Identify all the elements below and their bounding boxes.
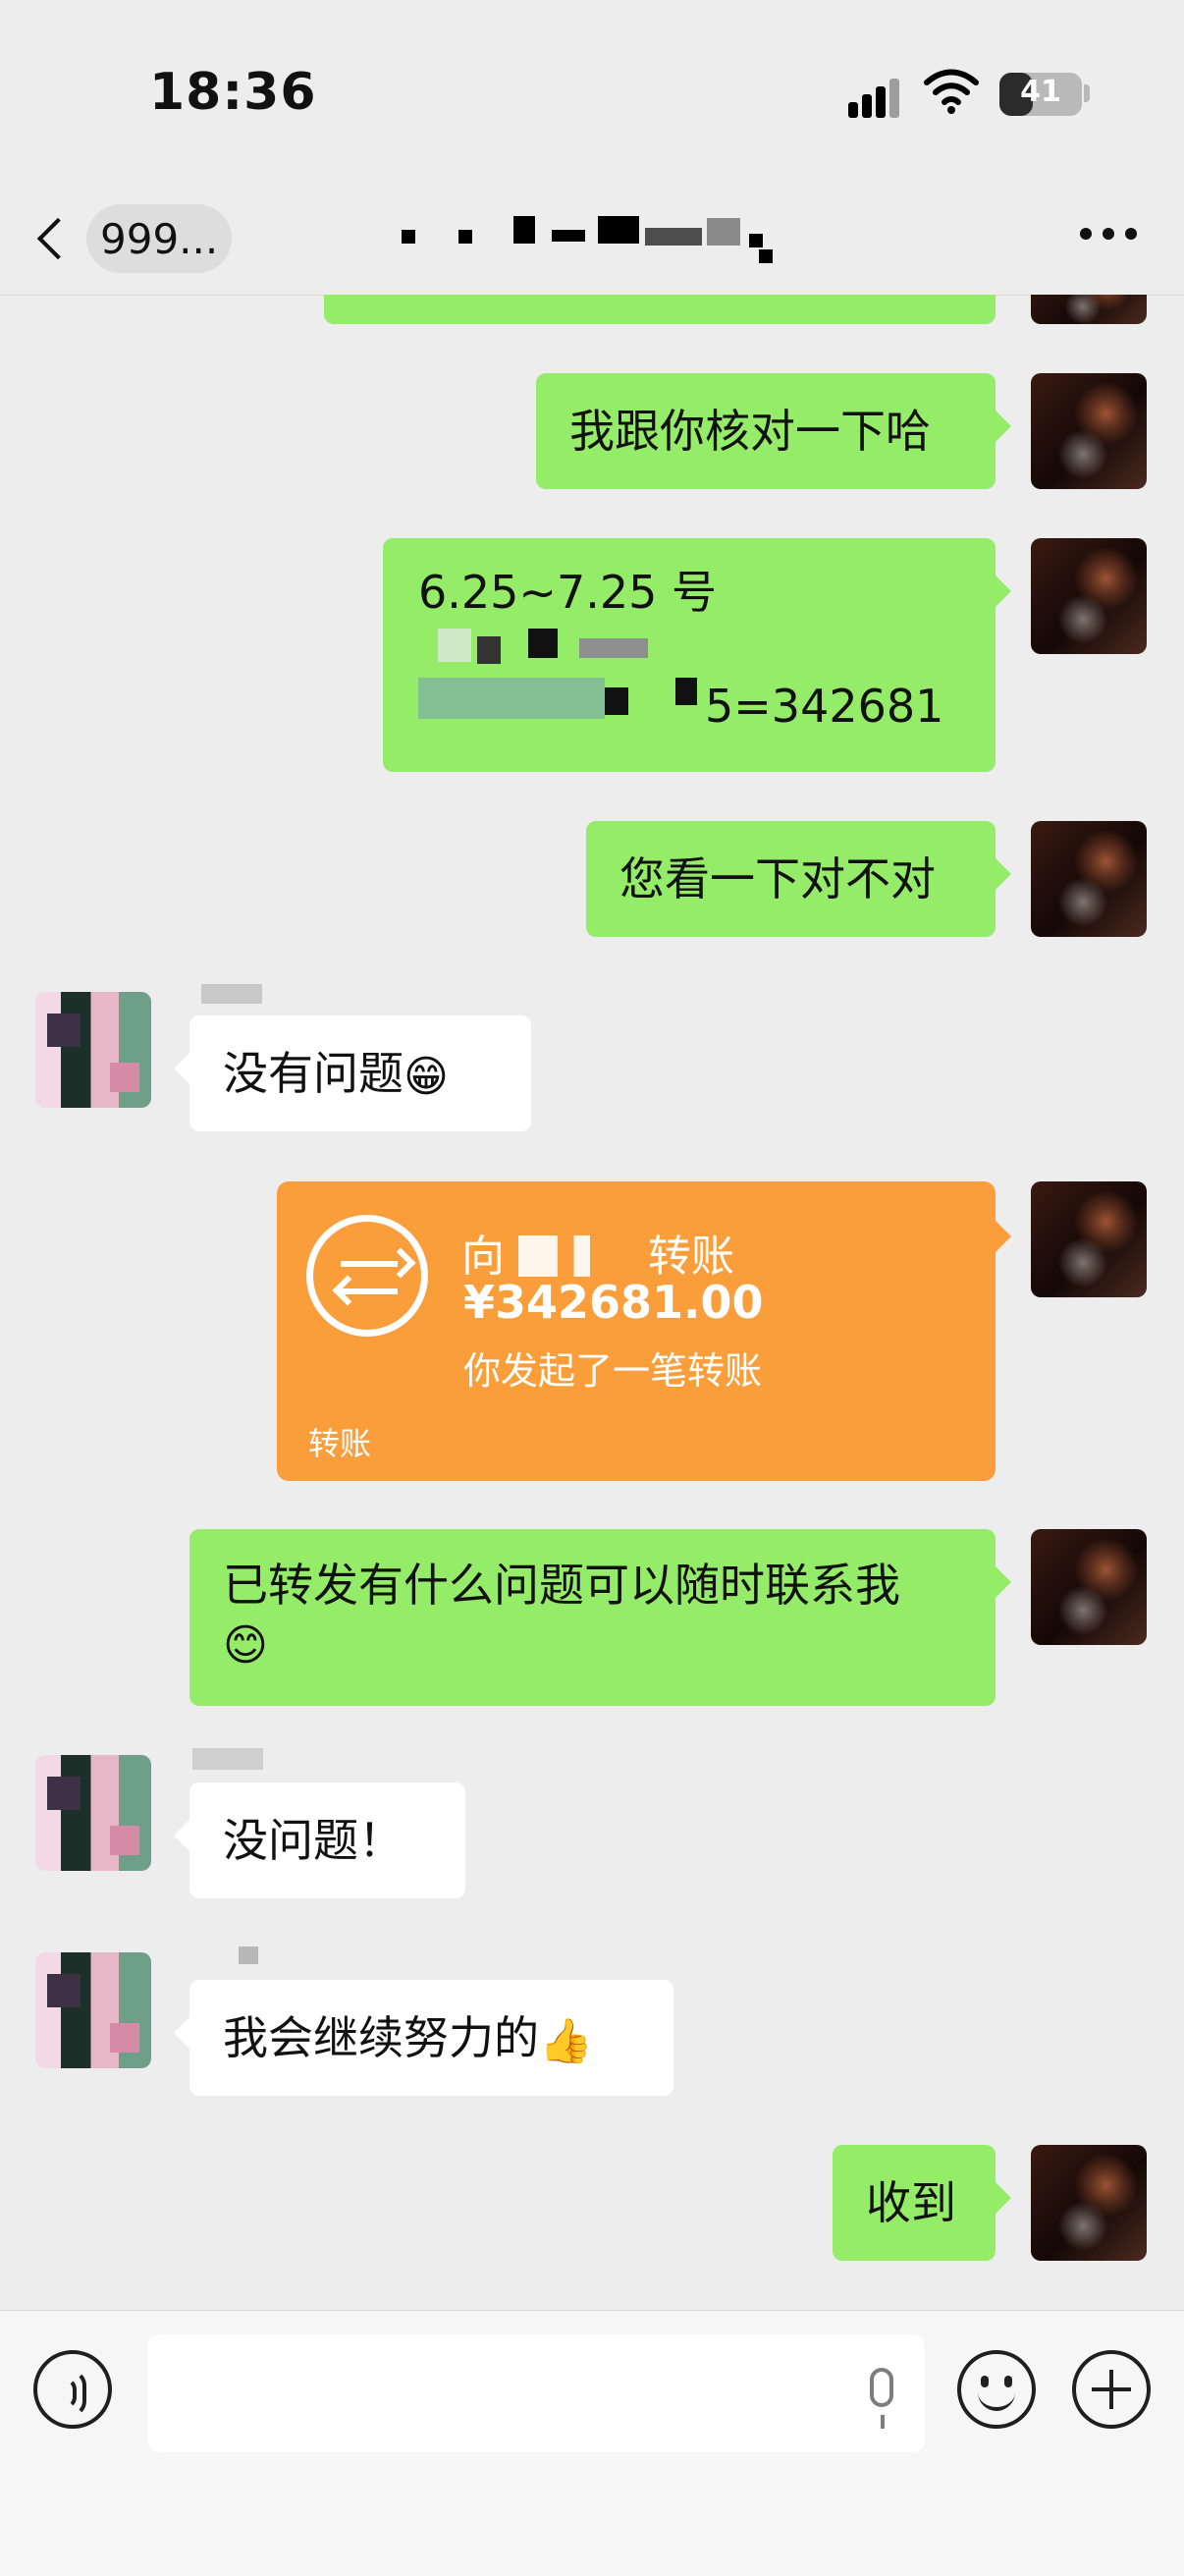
message-bubble[interactable]: 我跟你核对一下哈 xyxy=(536,373,1011,489)
back-button[interactable]: 999... xyxy=(36,204,233,273)
emoji-button[interactable] xyxy=(957,2350,1036,2429)
message-bubble[interactable]: 我会继续努力的👍 xyxy=(174,1980,673,2096)
wifi-icon xyxy=(924,69,979,114)
sender-name-redacted xyxy=(201,984,262,1004)
avatar[interactable] xyxy=(1031,1181,1147,1297)
avatar[interactable] xyxy=(1031,295,1147,324)
transfer-title-start: 向 xyxy=(461,1232,505,1282)
more-button[interactable] xyxy=(1080,228,1137,242)
message-bubble[interactable]: 没有问题😁 xyxy=(174,1015,531,1131)
message-text: 5=342681 xyxy=(705,680,944,733)
sender-name-redacted xyxy=(239,1946,258,1964)
more-dot-icon xyxy=(1125,228,1137,240)
transfer-note: 你发起了一笔转账 xyxy=(463,1349,763,1393)
sender-name-redacted xyxy=(192,1748,263,1770)
transfer-title-end: 转账 xyxy=(648,1232,734,1282)
chat-area: 我跟你核对一下哈 6.25~7.25 号 5=342681 您看一下对不对 没有… xyxy=(0,295,1184,2310)
avatar[interactable] xyxy=(35,1952,151,2068)
battery-level: 41 xyxy=(1020,75,1061,109)
message-bubble-partial[interactable] xyxy=(324,295,996,324)
avatar[interactable] xyxy=(1031,821,1147,937)
message-bubble[interactable]: 6.25~7.25 号 5=342681 xyxy=(383,538,1011,772)
message-bubble[interactable]: 您看一下对不对 xyxy=(586,821,1011,937)
emoji: 👍 xyxy=(539,2016,593,2066)
chat-header: 999... xyxy=(0,177,1184,296)
more-dot-icon xyxy=(1080,228,1092,240)
input-area xyxy=(0,2310,1184,2576)
message-text: 已转发有什么问题可以随时联系我 xyxy=(223,1559,900,1612)
transfer-footer: 转账 xyxy=(308,1425,372,1462)
battery-cap xyxy=(1084,84,1090,102)
message-bubble[interactable]: 收到 xyxy=(833,2145,1011,2261)
emoji: 😁 xyxy=(404,1052,449,1102)
unread-count-pill: 999... xyxy=(86,204,233,273)
avatar[interactable] xyxy=(1031,373,1147,489)
smile-icon xyxy=(978,2389,1015,2411)
signal-icon xyxy=(848,77,901,118)
voice-toggle-button[interactable] xyxy=(33,2350,112,2429)
status-time: 18:36 xyxy=(149,63,317,122)
avatar[interactable] xyxy=(1031,538,1147,654)
message-bubble[interactable]: 已转发有什么问题可以随时联系我 😊 xyxy=(189,1529,1011,1706)
message-input[interactable] xyxy=(147,2334,925,2452)
message-text: 没有问题 xyxy=(223,1047,404,1100)
redacted-line xyxy=(418,621,962,674)
message-text: 收到 xyxy=(866,2176,956,2229)
avatar[interactable] xyxy=(35,1755,151,1871)
avatar[interactable] xyxy=(35,992,151,1108)
message-text: 我会继续努力的 xyxy=(223,2011,539,2064)
battery-icon: 41 xyxy=(999,73,1082,116)
microphone-icon[interactable] xyxy=(870,2368,893,2429)
transfer-amount: ¥342681.00 xyxy=(463,1276,764,1329)
chat-title-redacted xyxy=(388,216,816,265)
plus-button[interactable] xyxy=(1072,2350,1151,2429)
avatar[interactable] xyxy=(1031,1529,1147,1645)
more-dot-icon xyxy=(1103,228,1114,240)
transfer-icon xyxy=(306,1215,428,1337)
message-bubble[interactable]: 没问题！ xyxy=(174,1782,465,1898)
transfer-card[interactable]: 向 转账 ¥342681.00 你发起了一笔转账 转账 xyxy=(277,1181,1011,1481)
redacted-name xyxy=(518,1235,634,1277)
message-text: 没问题！ xyxy=(223,1814,404,1867)
redacted-amount-line: 5=342681 xyxy=(418,674,962,733)
transfer-title: 向 转账 xyxy=(461,1221,734,1284)
chevron-left-icon xyxy=(36,217,80,260)
emoji: 😊 xyxy=(223,1620,268,1671)
avatar[interactable] xyxy=(1031,2145,1147,2261)
message-line: 6.25~7.25 号 xyxy=(418,566,718,619)
message-text: 我跟你核对一下哈 xyxy=(569,405,931,458)
status-bar: 18:36 41 xyxy=(0,0,1184,177)
message-text: 您看一下对不对 xyxy=(619,852,936,905)
